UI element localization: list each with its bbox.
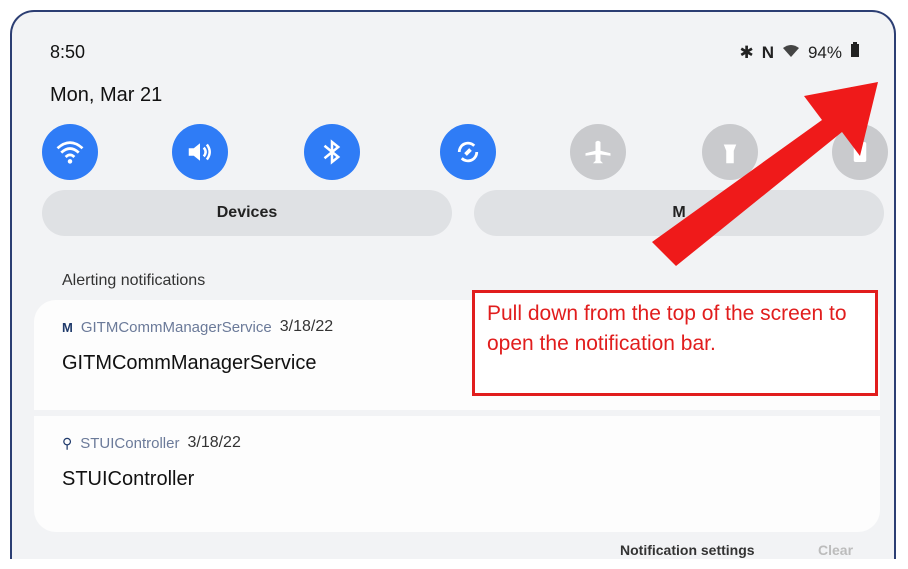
devices-label: Devices: [216, 204, 278, 221]
annotation-callout: Pull down from the top of the screen to …: [472, 290, 878, 396]
notification-title: STUIController: [62, 468, 195, 490]
section-title: Alerting notifications: [62, 272, 206, 289]
speaker-icon: [188, 143, 211, 161]
app-name: GITMCommManagerService: [80, 318, 272, 336]
notification-shade: 8:50 ✱ N 94% Mon, Mar 21 Devices M Alert…: [10, 10, 896, 559]
notification-card[interactable]: ⚲ STUIController 3/18/22 STUIController: [34, 416, 880, 532]
status-icons: ✱ N 94%: [739, 42, 860, 63]
wifi-toggle[interactable]: [42, 124, 98, 180]
notification-title: GITMCommManagerService: [62, 352, 317, 374]
bluetooth-toggle[interactable]: [304, 124, 360, 180]
clear-button[interactable]: Clear: [818, 542, 853, 558]
notification-date: 3/18/22: [279, 318, 334, 335]
wifi-icon: [782, 43, 800, 63]
app-icon: ⚲: [62, 434, 73, 451]
airplane-toggle[interactable]: [570, 124, 626, 180]
sound-toggle[interactable]: [172, 124, 228, 180]
rotate-icon: [457, 141, 479, 163]
app-name: STUIController: [80, 434, 180, 452]
app-line: ⚲ STUIController 3/18/22: [62, 434, 241, 452]
status-time: 8:50: [50, 42, 86, 62]
auto-rotate-toggle[interactable]: [440, 124, 496, 180]
bluetooth-icon: [323, 139, 341, 165]
app-line: M GITMCommManagerService 3/18/22: [62, 318, 333, 336]
battery-icon: [850, 42, 860, 63]
annotation-arrow: [652, 82, 878, 266]
app-icon: M: [62, 319, 73, 335]
airplane-icon: [585, 140, 611, 164]
nfc-icon: N: [761, 42, 774, 62]
notification-settings-button[interactable]: Notification settings: [620, 542, 755, 558]
date-label: Mon, Mar 21: [50, 84, 163, 106]
battery-level: 94%: [807, 42, 842, 62]
devices-button[interactable]: Devices: [42, 190, 452, 236]
bluetooth-icon: ✱: [739, 42, 754, 62]
wifi-icon: [56, 141, 84, 164]
notification-date: 3/18/22: [187, 434, 241, 451]
